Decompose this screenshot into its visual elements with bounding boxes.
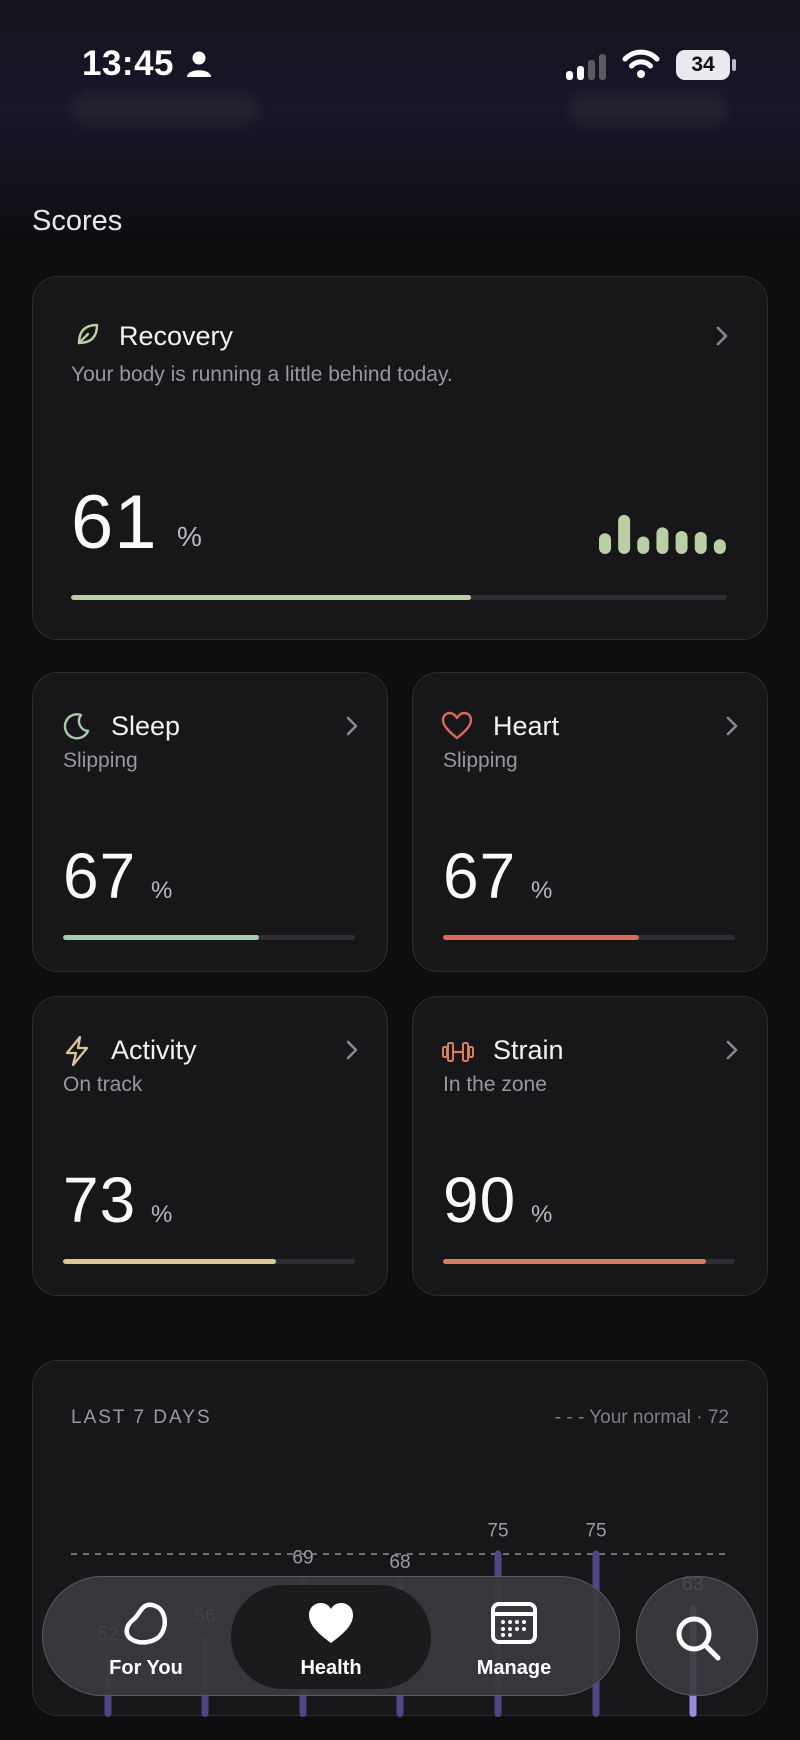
strain-card[interactable]: Strain In the zone 90 % [412, 996, 768, 1296]
sparkline-bar [694, 531, 707, 554]
strain-progress-fill [443, 1259, 706, 1264]
tab-label: Health [300, 1657, 362, 1679]
activity-progress-fill [63, 1259, 277, 1264]
heart-card[interactable]: Heart Slipping 67 % [412, 672, 768, 972]
heart-score: 67 [443, 840, 517, 912]
sleep-progress-fill [63, 935, 259, 940]
lightning-icon [65, 1035, 89, 1067]
battery-level: 34 [676, 50, 730, 80]
bottom-tab-bar: For You Health Manage [42, 1576, 620, 1696]
recovery-score: 61 [71, 480, 158, 565]
chart-value-label: 68 [389, 1552, 410, 1573]
sleep-subtitle: Slipping [63, 749, 138, 772]
heart-progress-fill [443, 935, 639, 940]
chart-value-label: 69 [292, 1548, 313, 1569]
strain-unit: % [531, 1201, 553, 1228]
activity-score: 73 [63, 1164, 137, 1236]
sleep-unit: % [151, 877, 173, 904]
activity-unit: % [151, 1201, 173, 1228]
sparkline-bar [599, 533, 611, 554]
search-icon [676, 1616, 721, 1661]
sleep-title: Sleep [111, 711, 181, 741]
tab-manage[interactable]: Manage [439, 1577, 589, 1697]
sparkline-bar [637, 536, 650, 554]
heart-title: Heart [493, 711, 560, 741]
recovery-progress-track [71, 595, 727, 600]
chevron-right-icon[interactable] [345, 1039, 359, 1061]
recovery-trend-sparkline [599, 514, 726, 554]
sparkline-bar [713, 539, 726, 554]
blurred-header-right [568, 94, 728, 124]
section-title: Scores [32, 205, 123, 237]
activity-title: Activity [111, 1035, 197, 1065]
recovery-title: Recovery [119, 321, 234, 351]
blurred-header-left [70, 94, 260, 124]
tab-label: For You [109, 1657, 183, 1679]
sparkline-bar [656, 527, 669, 554]
chevron-right-icon[interactable] [715, 325, 729, 347]
chevron-right-icon[interactable] [725, 1039, 739, 1061]
sparkline-bar [675, 531, 688, 554]
wifi-icon [622, 49, 660, 78]
heart-unit: % [531, 877, 553, 904]
sleep-card[interactable]: Sleep Slipping 67 % [32, 672, 388, 972]
chevron-right-icon[interactable] [345, 715, 359, 737]
leaf-icon [77, 323, 99, 345]
blob-icon [124, 1602, 167, 1645]
chevron-right-icon[interactable] [725, 715, 739, 737]
strain-subtitle: In the zone [443, 1073, 547, 1096]
sleep-score: 67 [63, 840, 137, 912]
cellular-signal-icon [566, 54, 606, 80]
status-bar: 13:45 34 [0, 0, 800, 124]
tab-label: Manage [476, 1657, 552, 1679]
strain-score: 90 [443, 1164, 517, 1236]
moon-icon [63, 713, 90, 740]
dumbbell-icon [442, 1042, 474, 1062]
sleep-progress-track [63, 935, 355, 940]
strain-progress-track [443, 1259, 735, 1264]
recovery-subtitle: Your body is running a little behind tod… [71, 363, 453, 386]
search-button[interactable] [636, 1576, 758, 1696]
chart-value-label: 75 [487, 1521, 508, 1542]
person-icon [187, 51, 211, 77]
recovery-unit: % [177, 521, 202, 552]
activity-progress-track [63, 1259, 355, 1264]
activity-card[interactable]: Activity On track 73 % [32, 996, 388, 1296]
recovery-card[interactable]: Recovery Your body is running a little b… [32, 276, 768, 640]
strain-title: Strain [493, 1035, 564, 1065]
status-time: 13:45 [82, 44, 175, 83]
chart-value-label: 75 [585, 1521, 606, 1542]
tab-for-you[interactable]: For You [73, 1577, 219, 1697]
heart-progress-track [443, 935, 735, 940]
recovery-progress-fill [71, 595, 472, 600]
heart-subtitle: Slipping [443, 749, 518, 772]
heart-icon [441, 711, 473, 740]
sparkline-bar [618, 514, 631, 554]
tab-health[interactable]: Health [231, 1577, 431, 1697]
battery-icon: 34 [676, 50, 736, 80]
activity-subtitle: On track [63, 1073, 143, 1096]
calendar-icon [491, 1602, 537, 1644]
heart-icon [309, 1603, 353, 1643]
